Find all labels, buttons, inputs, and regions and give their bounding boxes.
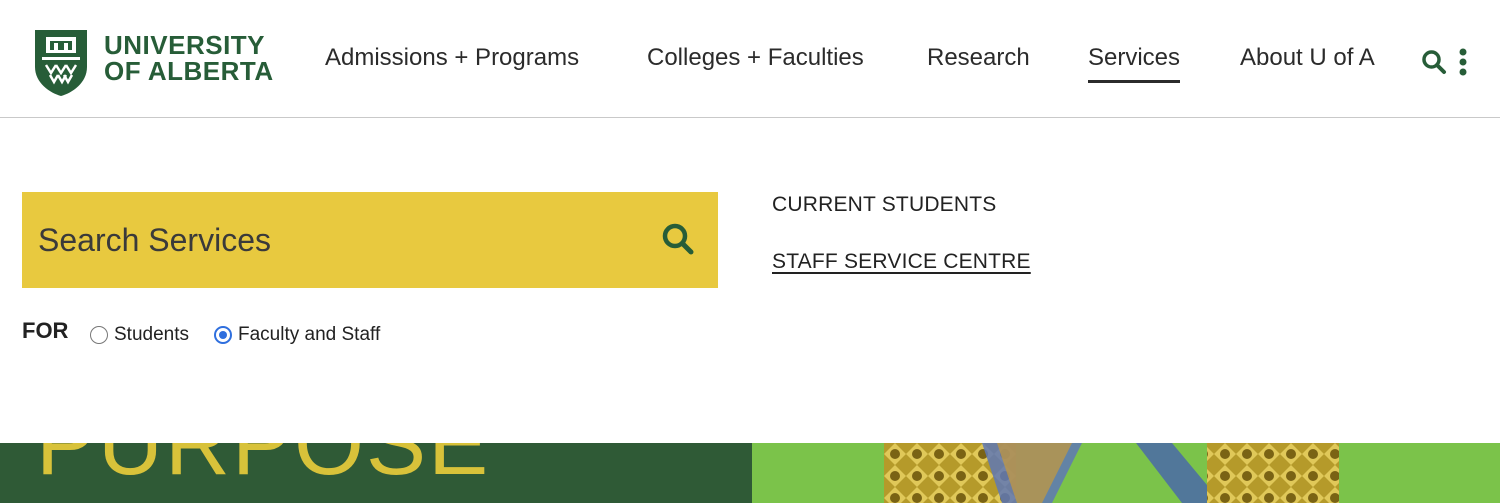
audience-label: FOR (22, 318, 69, 343)
nav-admissions-programs[interactable]: Admissions + Programs (325, 44, 579, 72)
nav-research[interactable]: Research (927, 44, 1030, 72)
hero-banner-right (752, 443, 1500, 503)
services-search-box (22, 192, 718, 288)
nav-colleges-faculties[interactable]: Colleges + Faculties (647, 44, 864, 72)
nav-services[interactable]: Services (1088, 44, 1181, 83)
services-dropdown-panel: FOR Students Faculty and Staff CURRENT S… (0, 118, 1500, 443)
university-logo[interactable]: UNIVERSITY OF ALBERTA (32, 27, 292, 97)
audience-option-label: Students (114, 324, 189, 345)
hero-banner-left: PURPOSE (0, 443, 752, 503)
site-header: UNIVERSITY OF ALBERTA Admissions + Progr… (0, 0, 1500, 118)
link-staff-service-centre[interactable]: STAFF SERVICE CENTRE (772, 250, 1031, 274)
university-wordmark: UNIVERSITY OF ALBERTA (104, 32, 274, 84)
hero-headline: PURPOSE (36, 443, 491, 494)
radio-button-students[interactable] (90, 326, 108, 344)
search-icon[interactable] (1421, 49, 1447, 75)
radio-button-faculty-staff[interactable] (214, 326, 232, 344)
more-vertical-icon[interactable] (1457, 48, 1469, 76)
search-submit-button[interactable] (637, 192, 718, 288)
wordmark-line-2: OF ALBERTA (104, 56, 274, 86)
search-icon (662, 223, 693, 254)
nav-about[interactable]: About U of A (1240, 44, 1375, 72)
wordmark-line-1: UNIVERSITY (104, 30, 266, 60)
link-current-students[interactable]: CURRENT STUDENTS (772, 193, 997, 217)
audience-option-faculty-staff[interactable]: Faculty and Staff (214, 324, 380, 346)
audience-option-students[interactable]: Students (90, 324, 189, 346)
hero-pattern-image (884, 443, 1339, 503)
shield-icon (35, 30, 87, 96)
audience-option-label: Faculty and Staff (238, 324, 381, 345)
services-search-input[interactable] (22, 192, 637, 288)
